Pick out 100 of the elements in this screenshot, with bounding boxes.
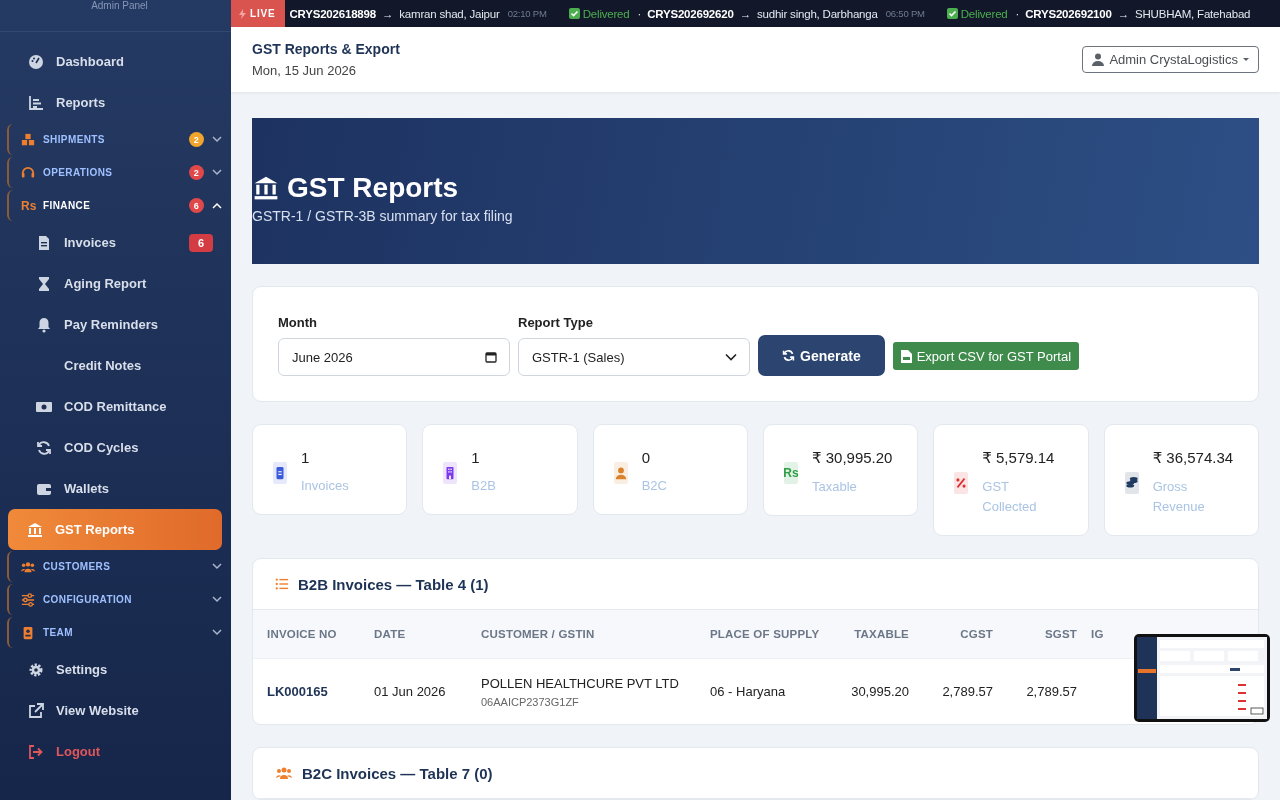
- table-cell: 01 Jun 2026: [374, 684, 446, 699]
- arrow-glyph: →: [739, 7, 751, 20]
- generate-button[interactable]: Generate: [758, 335, 885, 376]
- column-header: INVOICE NO: [267, 628, 337, 640]
- nav-item[interactable]: Wallets: [8, 468, 222, 509]
- banner-title: GST Reports: [287, 172, 459, 204]
- rupee-icon: Rs: [784, 462, 798, 484]
- table-cell: 2,789.57: [1026, 684, 1077, 699]
- nav-item[interactable]: View Website: [56, 703, 139, 718]
- month-field[interactable]: June 2026: [278, 338, 510, 376]
- arrow-glyph: →: [1117, 7, 1129, 20]
- field-label: Report Type: [518, 315, 594, 330]
- customer-name: POLLEN HEALTHCURE PVT LTD: [481, 675, 679, 691]
- chevron-down-icon: [725, 353, 737, 361]
- users-icon: [21, 559, 35, 574]
- column-header: DATE: [374, 628, 406, 640]
- table-title: B2B Invoices — Table 4 (1): [298, 575, 489, 593]
- stat-label: GST Collected: [982, 478, 1038, 516]
- nav-group[interactable]: FINANCE: [43, 200, 91, 211]
- tracking-id: CRYS202692100: [1025, 7, 1112, 20]
- separator-dot: ·: [1015, 7, 1020, 20]
- nav-item[interactable]: COD Remittance: [8, 386, 222, 427]
- table-cell: 06 - Haryana: [710, 684, 786, 699]
- nav-item[interactable]: Settings: [56, 662, 108, 677]
- nav-item[interactable]: Invoices 6: [8, 222, 222, 263]
- report-type-select[interactable]: GSTR-1 (Sales): [518, 338, 750, 376]
- nav-item[interactable]: Reports: [56, 95, 106, 110]
- column-header: PLACE OF SUPPLY: [710, 628, 820, 640]
- stat-label: Taxable: [812, 478, 858, 496]
- logout-link[interactable]: Logout: [56, 744, 101, 759]
- destination: SHUBHAM, Fatehabad: [1135, 7, 1251, 20]
- calendar-icon: [485, 351, 497, 363]
- nav-item[interactable]: Credit Notes: [8, 345, 222, 386]
- separator-dot: ·: [637, 7, 642, 20]
- bank-icon: [27, 521, 43, 538]
- invoice-number: LK000165: [267, 684, 328, 699]
- checkbox-tick-icon: [946, 8, 958, 19]
- nav-item[interactable]: COD Cycles: [8, 427, 222, 468]
- count-badge: 6: [189, 198, 204, 213]
- page-title: GST Reports & Export: [252, 41, 400, 57]
- bar-chart-icon: [28, 94, 44, 111]
- checkbox-tick-icon: [568, 8, 580, 19]
- tracking-id: CRYS202692620: [647, 7, 734, 20]
- column-header: CGST: [960, 628, 993, 640]
- rupee-icon: Rs: [21, 198, 35, 213]
- status-label: Delivered: [582, 7, 630, 20]
- hourglass-icon: [36, 275, 52, 292]
- bank-icon: [252, 175, 280, 201]
- user-icon: [1092, 53, 1105, 66]
- arrow-glyph: →: [381, 7, 394, 20]
- stat-label: B2B: [471, 477, 497, 495]
- headset-icon: [21, 165, 35, 180]
- bell-icon: [36, 316, 52, 333]
- nav-group[interactable]: CUSTOMERS: [43, 561, 111, 572]
- users-icon: [275, 765, 293, 781]
- table-title: B2C Invoices — Table 7 (0): [302, 764, 493, 782]
- nav-item[interactable]: Dashboard: [56, 54, 124, 69]
- count-badge: 2: [189, 132, 204, 147]
- destination: kamran shad, Jaipur: [399, 7, 500, 20]
- count-badge: 2: [189, 165, 204, 180]
- gauge-icon: [28, 53, 44, 70]
- column-header: IG: [1091, 628, 1104, 640]
- tracking-id: CRYS202618898: [289, 7, 376, 20]
- stat-value: ₹ 30,995.20: [812, 449, 893, 467]
- nav-item[interactable]: Aging Report: [8, 263, 222, 304]
- stat-label: Invoices: [301, 477, 350, 495]
- nav-item[interactable]: Pay Reminders: [8, 304, 222, 345]
- table-cell: 30,995.20: [851, 684, 909, 699]
- boxes-icon: [21, 132, 35, 147]
- field-label: Month: [278, 315, 318, 330]
- stat-value: ₹ 5,579.14: [982, 449, 1055, 467]
- live-badge: LIVE: [231, 0, 286, 27]
- nav-group[interactable]: SHIPMENTS: [43, 134, 105, 145]
- user-menu-button[interactable]: Admin CrystaLogistics: [1082, 46, 1259, 73]
- status-label: Delivered: [960, 7, 1008, 20]
- destination: sudhir singh, Darbhanga: [756, 7, 878, 20]
- stat-value: 1: [471, 449, 481, 466]
- stat-label: Gross Revenue: [1152, 478, 1206, 516]
- panel-caption: Admin Panel: [90, 0, 148, 13]
- nav-group[interactable]: TEAM: [43, 627, 73, 638]
- logout-icon: [28, 743, 44, 760]
- time-label: 02:10 PM: [507, 8, 547, 19]
- stat-value: 1: [301, 449, 311, 466]
- id-badge-icon: [21, 625, 35, 640]
- table-cell: 2,789.57: [942, 684, 993, 699]
- file-icon: [900, 349, 912, 363]
- stat-label: B2C: [641, 477, 668, 495]
- refresh-icon: [782, 349, 795, 362]
- column-header: SGST: [1044, 628, 1077, 640]
- caret-icon: [1243, 58, 1249, 61]
- document-icon: [36, 234, 52, 251]
- external-link-icon: [28, 702, 44, 719]
- nav-group[interactable]: CONFIGURATION: [43, 594, 132, 605]
- column-header: TAXABLE: [854, 628, 909, 640]
- list-icon: [275, 577, 289, 591]
- date-label: Mon, 15 Jun 2026: [252, 63, 358, 78]
- time-label: 06:50 PM: [885, 8, 925, 19]
- export-button[interactable]: Export CSV for GST Portal: [892, 342, 1080, 370]
- nav-group[interactable]: OPERATIONS: [43, 167, 113, 178]
- gear-icon: [28, 661, 44, 678]
